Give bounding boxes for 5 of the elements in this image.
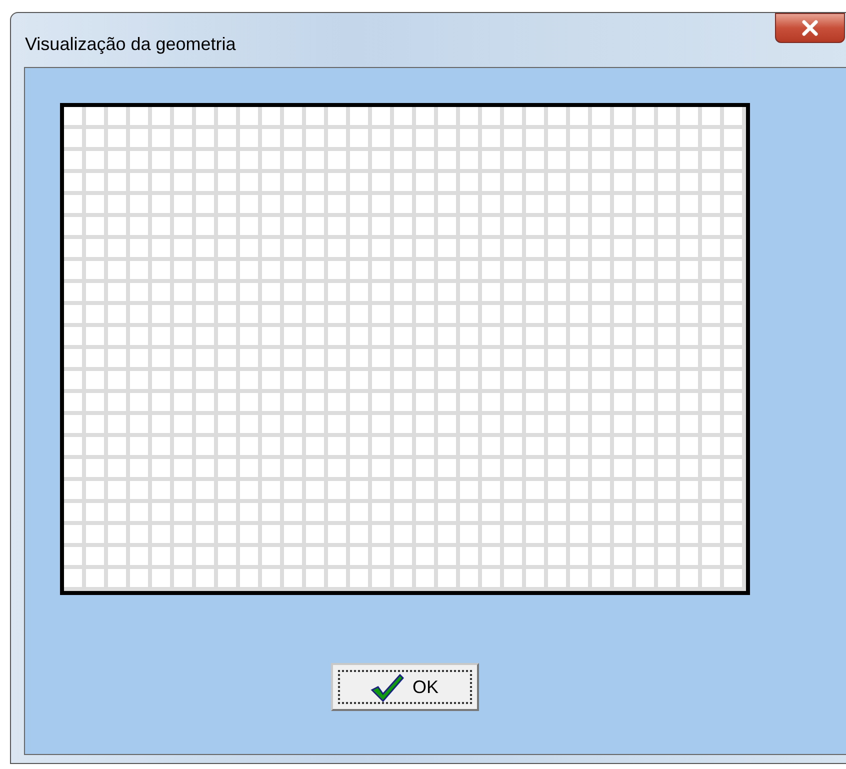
window-title: Visualização da geometria	[25, 33, 236, 56]
checkmark-icon	[370, 672, 404, 702]
close-button[interactable]	[775, 13, 845, 43]
close-icon	[801, 20, 819, 36]
ok-button[interactable]: OK	[330, 663, 478, 711]
